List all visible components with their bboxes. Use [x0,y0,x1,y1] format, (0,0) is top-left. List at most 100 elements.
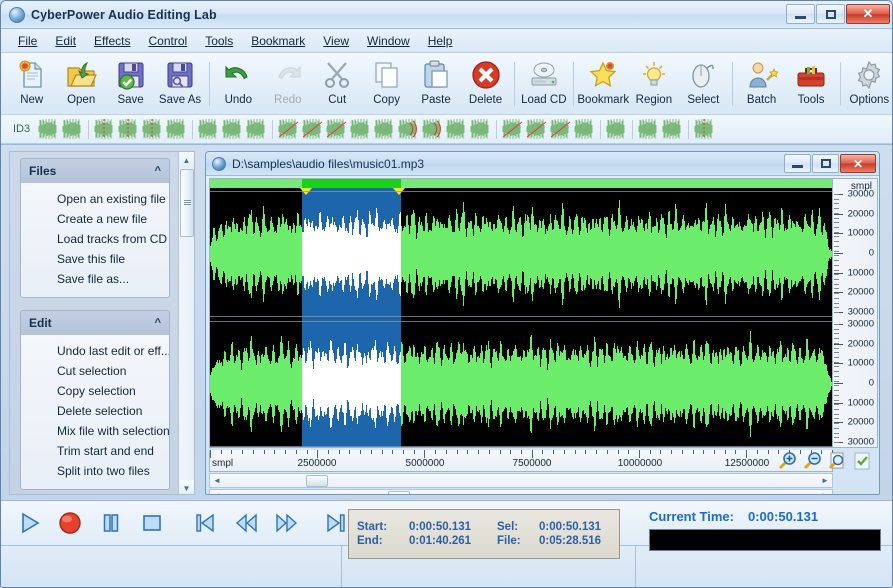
trim-icon[interactable] [117,118,140,141]
toolbar-button-delete[interactable]: Delete [461,55,510,113]
distort-icon[interactable] [469,118,492,141]
go-to-start-button[interactable] [189,507,221,539]
sidebar-link-delete[interactable]: Delete selection [21,401,169,421]
toolbar-button-undo[interactable]: Undo [214,55,263,113]
sidebar-link-open-existing[interactable]: Open an existing file [21,189,169,209]
menu-tools[interactable]: Tools [196,31,242,51]
hscroll-thumb-bottom[interactable] [388,491,410,495]
toolbar-button-region[interactable]: Region [629,55,678,113]
minimize-button[interactable] [786,4,815,24]
scroll-left-icon[interactable]: ◄ [210,489,224,495]
chevron-up-icon[interactable]: ^ [155,317,161,329]
sidebar-link-save-as[interactable]: Save file as... [21,269,169,289]
rewind-button[interactable] [230,507,262,539]
menu-window[interactable]: Window [358,31,419,51]
menu-bookmark[interactable]: Bookmark [242,31,314,51]
sidebar-scroll-thumb[interactable] [180,169,194,237]
overview-selection[interactable] [302,179,401,188]
marker-icon[interactable] [693,118,716,141]
toolbar-button-tools[interactable]: Tools [786,55,835,113]
insert-silence-icon[interactable] [93,118,116,141]
normalize-icon[interactable] [277,118,300,141]
waveform-hscrollbar-top[interactable]: ◄ ► [209,473,833,488]
time-ruler[interactable]: smpl 25000005000000750000010000000125000… [209,450,833,472]
play-button[interactable] [13,507,45,539]
sidebar-scrollbar[interactable]: ▲ ▼ [178,152,194,495]
sidebar-link-undo[interactable]: Undo last edit or eff... [21,341,169,361]
menu-file[interactable]: File [9,31,46,51]
toolbar-button-copy[interactable]: Copy [362,55,411,113]
toolbar-button-paste[interactable]: Paste [411,55,460,113]
fade-in-icon[interactable] [501,118,524,141]
export-icon[interactable] [221,118,244,141]
menu-control[interactable]: Control [140,31,197,51]
reverb-icon[interactable] [421,118,444,141]
noise-reduce-icon[interactable] [605,118,628,141]
toolbar-button-cut[interactable]: Cut [312,55,361,113]
toolbar-button-select[interactable]: Select [679,55,728,113]
toolbar-button-new[interactable]: New [7,55,56,113]
toolbar-button-save-as[interactable]: Save As [155,55,204,113]
zoom-out-icon[interactable] [801,450,823,472]
menu-view[interactable]: View [314,31,358,51]
sidebar-link-split[interactable]: Split into two files [21,461,169,481]
sidebar-link-mix[interactable]: Mix file with selection [21,421,169,441]
maximize-button[interactable] [816,4,845,24]
file-info-icon[interactable] [37,118,60,141]
stop-button[interactable] [136,507,168,539]
hscroll-thumb-top[interactable] [306,475,328,487]
record-button[interactable] [54,507,86,539]
menu-effects[interactable]: Effects [85,31,139,51]
overview-strip[interactable] [210,179,832,188]
split-icon[interactable] [141,118,164,141]
scroll-left-icon[interactable]: ◄ [210,474,224,487]
fade-icon[interactable] [325,118,348,141]
fade-out-icon[interactable] [525,118,548,141]
stretch-icon[interactable] [637,118,660,141]
sidebar-link-save[interactable]: Save this file [21,249,169,269]
scroll-right-icon[interactable]: ► [818,474,832,487]
waveform-hscrollbar-bottom[interactable]: ◄ ► [209,489,833,495]
crossfade-icon[interactable] [549,118,572,141]
toolbar-button-save[interactable]: Save [106,55,155,113]
sidebar-scroll-down-button[interactable]: ▼ [179,480,194,495]
close-button[interactable]: ✕ [846,4,890,24]
sidebar-panel-files-header[interactable]: Files ^ [20,158,170,183]
join-icon[interactable] [165,118,188,141]
scroll-right-icon[interactable]: ► [818,489,832,495]
amplify-icon[interactable] [301,118,324,141]
sidebar-scroll-up-button[interactable]: ▲ [179,152,194,168]
sidebar-link-cut[interactable]: Cut selection [21,361,169,381]
echo-icon[interactable] [397,118,420,141]
sidebar-panel-edit-header[interactable]: Edit ^ [20,310,170,335]
document-minimize-button[interactable] [784,154,811,173]
waveform-display[interactable] [209,178,833,448]
cd-rip-icon[interactable] [61,118,84,141]
sidebar-link-trim[interactable]: Trim start and end [21,441,169,461]
reverse-icon[interactable] [573,118,596,141]
sidebar-link-copy[interactable]: Copy selection [21,381,169,401]
sidebar-link-create-new[interactable]: Create a new file [21,209,169,229]
vocal-icon[interactable] [661,118,684,141]
toolbar-button-load-cd[interactable]: Load CD [519,55,568,113]
zoom-fit-icon[interactable] [851,450,873,472]
pitch-icon[interactable] [445,118,468,141]
flanger-icon[interactable] [373,118,396,141]
toolbar-button-open[interactable]: Open [56,55,105,113]
length-icon[interactable] [245,118,268,141]
menu-help[interactable]: Help [419,31,462,51]
toolbar-button-options[interactable]: Options [845,55,893,113]
toolbar-button-batch[interactable]: Batch [737,55,786,113]
document-restore-button[interactable] [812,154,839,173]
toolbar-button-bookmark[interactable]: Bookmark [577,55,629,113]
fast-forward-button[interactable] [271,507,303,539]
menu-edit[interactable]: Edit [46,31,85,51]
mix-icon[interactable] [197,118,220,141]
zoom-in-icon[interactable] [776,450,798,472]
sidebar-link-load-cd[interactable]: Load tracks from CD [21,229,169,249]
zoom-selection-icon[interactable] [826,450,848,472]
document-close-button[interactable]: ✕ [840,154,876,173]
equalizer-icon[interactable] [349,118,372,141]
pause-button[interactable] [95,507,127,539]
chevron-up-icon[interactable]: ^ [155,165,161,177]
